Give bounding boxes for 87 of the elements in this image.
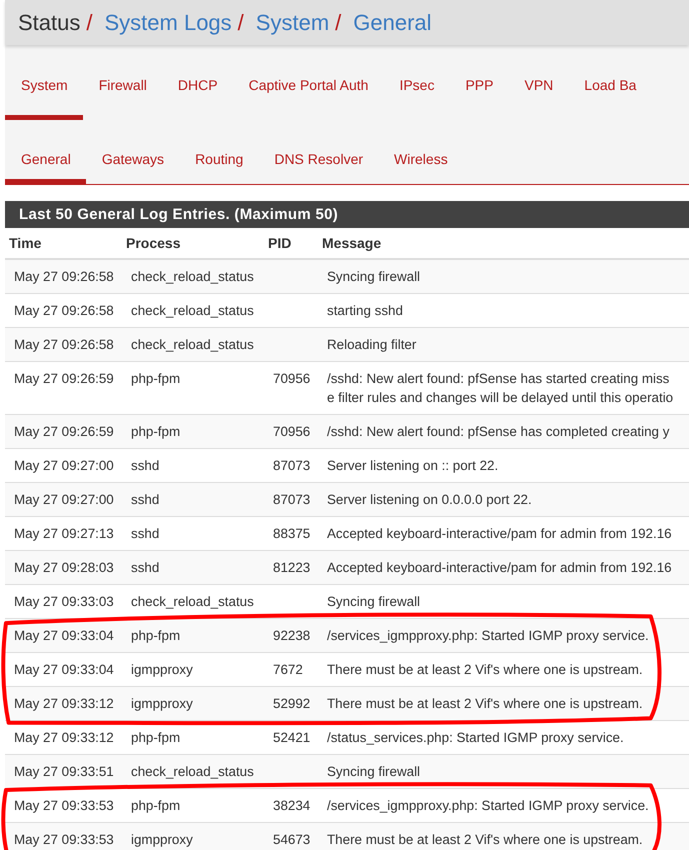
table-cell-text: 87073: [272, 491, 312, 509]
table-cell-text: /services_igmpproxy.php: Started IGMP proxy service.: [326, 627, 650, 645]
table-cell-text: May 27 09:27:00: [13, 457, 115, 475]
column-header: Process: [125, 235, 182, 251]
table-cell-text: 54673: [272, 831, 312, 849]
breadcrumb-link[interactable]: General: [353, 10, 432, 36]
table-cell-text: igmpproxy: [130, 661, 194, 679]
table-cell-text: May 27 09:33:53: [13, 831, 115, 849]
table-cell-text: 7672: [272, 661, 304, 679]
table-cell-text: starting sshd: [326, 302, 404, 320]
table-cell-text: 70956: [272, 423, 312, 441]
tab[interactable]: VPN: [508, 77, 568, 120]
table-cell-text: 52992: [272, 695, 312, 713]
table-cell-text: Server listening on :: port 22.: [326, 457, 500, 475]
breadcrumb-link[interactable]: System: [256, 10, 330, 36]
tab[interactable]: Captive Portal Auth: [232, 77, 384, 120]
table-cell-text: /sshd: New alert found: pfSense has completed creating y: [326, 423, 670, 441]
table-cell-text: 92238: [272, 627, 312, 645]
table-cell-text: May 27 09:33:53: [13, 797, 115, 815]
table-cell-text: 87073: [272, 457, 312, 475]
tab[interactable]: General: [5, 151, 86, 184]
table-cell-text: 52421: [272, 729, 312, 747]
tab[interactable]: Gateways: [86, 151, 180, 184]
breadcrumb-label: Status: [18, 10, 80, 36]
table-cell-text: check_reload_status: [130, 268, 255, 286]
breadcrumb-link[interactable]: System Logs: [104, 10, 232, 36]
table-cell-text: May 27 09:26:59: [13, 370, 115, 388]
tab[interactable]: DHCP: [162, 77, 233, 120]
table-cell-text: May 27 09:26:58: [13, 302, 115, 320]
table-cell-text: There must be at least 2 Vif's where one is upstream.: [326, 831, 644, 849]
table-cell-text: sshd: [130, 559, 160, 577]
table-cell-text: php-fpm: [130, 370, 182, 388]
table-cell-text: May 27 09:26:58: [13, 268, 115, 286]
tab[interactable]: IPsec: [383, 77, 450, 120]
table-cell-text: Accepted keyboard-interactive/pam for admin from 192.16: [326, 525, 673, 543]
tab[interactable]: Load Ba: [568, 77, 652, 120]
table-cell-text: php-fpm: [130, 797, 182, 815]
table-cell-text: php-fpm: [130, 423, 182, 441]
table-cell-text: May 27 09:27:00: [13, 491, 115, 509]
table-cell-text: check_reload_status: [130, 593, 255, 611]
table-cell-text: 88375: [272, 525, 312, 543]
table-cell-text: 70956: [272, 370, 312, 388]
table-cell-text: May 27 09:33:51: [13, 763, 115, 781]
breadcrumb-separator: /: [238, 10, 244, 36]
table-cell-text: sshd: [130, 457, 160, 475]
table-cell-text: Accepted keyboard-interactive/pam for admin from 192.16: [326, 559, 673, 577]
table-cell-text: May 27 09:26:59: [13, 423, 115, 441]
tab[interactable]: PPP: [449, 77, 508, 120]
table-cell-text: May 27 09:33:04: [13, 661, 115, 679]
breadcrumb-separator: /: [335, 10, 342, 36]
table-cell-text: Syncing firewall: [326, 593, 422, 611]
table-cell-text: /status_services.php: Started IGMP proxy service.: [326, 729, 625, 747]
table-cell-text: igmpproxy: [130, 695, 194, 713]
table-cell-text: sshd: [130, 491, 160, 509]
table-cell-text: check_reload_status: [130, 336, 255, 354]
table-cell-text: igmpproxy: [130, 831, 194, 849]
table-cell-text: Syncing firewall: [326, 268, 422, 286]
table-cell-text: May 27 09:33:12: [13, 695, 115, 713]
breadcrumb-separator: /: [86, 10, 92, 36]
table-cell-text: check_reload_status: [130, 302, 255, 320]
table-cell-text: /services_igmpproxy.php: Started IGMP proxy service.: [326, 797, 650, 815]
table-cell-text: May 27 09:27:13: [13, 525, 115, 543]
table-cell-text: Server listening on 0.0.0.0 port 22.: [326, 491, 533, 509]
table-cell-text: 38234: [272, 797, 312, 815]
tab[interactable]: Routing: [179, 151, 258, 184]
table-cell-text: May 27 09:33:12: [13, 729, 115, 747]
column-header: Message: [321, 235, 382, 251]
column-header: Time: [8, 235, 42, 251]
tab[interactable]: DNS Resolver: [258, 151, 378, 184]
table-cell-text: There must be at least 2 Vif's where one is upstream.: [326, 661, 644, 679]
table-cell-text: /sshd: New alert found: pfSense has started creating miss e filter rules and changes will be delayed until this operatio: [326, 370, 674, 407]
table-cell-text: Reloading filter: [326, 336, 418, 354]
column-header: PID: [267, 235, 292, 251]
table-cell-text: php-fpm: [130, 729, 182, 747]
table-cell-text: Syncing firewall: [326, 763, 422, 781]
tab[interactable]: Firewall: [82, 77, 162, 120]
table-cell-text: May 27 09:33:04: [13, 627, 115, 645]
table-cell-text: check_reload_status: [130, 763, 255, 781]
table-cell-text: 81223: [272, 559, 312, 577]
tab[interactable]: Wireless: [378, 151, 463, 184]
table-cell-text: May 27 09:28:03: [13, 559, 115, 577]
table-cell-text: php-fpm: [130, 627, 182, 645]
panel-title: Last 50 General Log Entries. (Maximum 50): [5, 201, 689, 228]
table-cell-text: May 27 09:33:03: [13, 593, 115, 611]
table-cell-text: There must be at least 2 Vif's where one is upstream.: [326, 695, 644, 713]
table-cell-text: May 27 09:26:58: [13, 336, 115, 354]
table-cell-text: sshd: [130, 525, 160, 543]
